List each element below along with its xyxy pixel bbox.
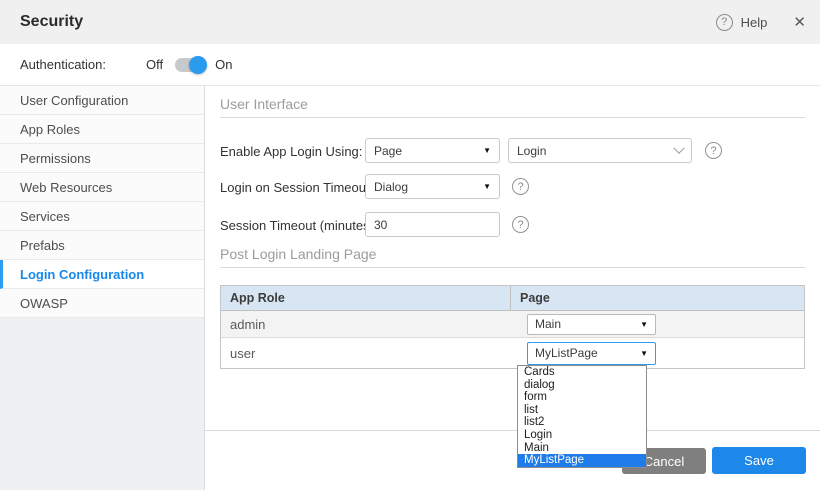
- toggle-on-label: On: [215, 57, 232, 72]
- enable-app-login-type-select[interactable]: Page ▼: [365, 138, 500, 163]
- enable-app-login-page-select[interactable]: Login: [508, 138, 692, 163]
- dropdown-option-cards[interactable]: Cards: [518, 366, 646, 379]
- app-role-cell: admin: [221, 311, 511, 337]
- sidebar-item-login-configuration[interactable]: Login Configuration: [0, 260, 204, 289]
- section-title-user-interface: User Interface: [220, 96, 308, 112]
- security-page: Security ? Help ✕ Authentication: Off On…: [0, 0, 820, 490]
- section-divider: [220, 267, 805, 268]
- chevron-down-icon: [673, 142, 684, 153]
- page-header: Security ? Help ✕: [0, 0, 820, 44]
- dropdown-option-list2[interactable]: list2: [518, 416, 646, 429]
- session-timeout-input[interactable]: [365, 212, 500, 237]
- caret-down-icon: ▼: [640, 349, 648, 358]
- caret-down-icon: ▼: [640, 320, 648, 329]
- close-icon[interactable]: ✕: [793, 13, 806, 31]
- dropdown-option-main[interactable]: Main: [518, 442, 646, 455]
- sidebar-item-web-resources[interactable]: Web Resources: [0, 173, 204, 202]
- sidebar-item-app-roles[interactable]: App Roles: [0, 115, 204, 144]
- dropdown-option-login[interactable]: Login: [518, 429, 646, 442]
- caret-down-icon: ▼: [483, 146, 491, 155]
- login-session-timeout-select[interactable]: Dialog ▼: [365, 174, 500, 199]
- select-value: Page: [374, 144, 402, 158]
- session-timeout-minutes-label: Session Timeout (minutes):: [220, 218, 378, 233]
- landing-page-table: App Role Page admin Main ▼ user MyListPa…: [220, 285, 805, 369]
- app-role-cell: user: [221, 338, 511, 368]
- sidebar-item-services[interactable]: Services: [0, 202, 204, 231]
- toggle-off-label: Off: [146, 57, 163, 72]
- authentication-toggle[interactable]: [175, 57, 205, 73]
- caret-down-icon: ▼: [483, 182, 491, 191]
- sidebar-item-prefabs[interactable]: Prefabs: [0, 231, 204, 260]
- toggle-knob: [189, 56, 207, 74]
- page-dropdown-list: Cards dialog form list list2 Login Main …: [517, 365, 647, 468]
- column-header-app-role: App Role: [221, 286, 511, 310]
- enable-app-login-label: Enable App Login Using:: [220, 144, 362, 159]
- table-row-admin: admin Main ▼: [221, 311, 804, 338]
- login-session-timeout-help-icon[interactable]: ?: [512, 178, 529, 195]
- page-cell: Main ▼: [511, 311, 804, 337]
- help-link[interactable]: Help: [741, 15, 768, 30]
- user-page-select[interactable]: MyListPage ▼: [527, 342, 656, 365]
- dropdown-option-form[interactable]: form: [518, 391, 646, 404]
- login-session-timeout-label: Login on Session Timeout:: [220, 180, 373, 195]
- table-header-row: App Role Page: [221, 286, 804, 311]
- dropdown-option-mylistpage[interactable]: MyListPage: [518, 454, 646, 467]
- dropdown-option-dialog[interactable]: dialog: [518, 379, 646, 392]
- header-actions: ? Help ✕: [716, 0, 806, 44]
- column-header-page: Page: [511, 286, 804, 310]
- session-timeout-help-icon[interactable]: ?: [512, 216, 529, 233]
- sidebar-item-user-configuration[interactable]: User Configuration: [0, 86, 204, 115]
- admin-page-select[interactable]: Main ▼: [527, 314, 656, 335]
- footer-divider: [205, 430, 820, 431]
- sidebar-item-permissions[interactable]: Permissions: [0, 144, 204, 173]
- authentication-bar: Authentication: Off On: [0, 44, 820, 86]
- authentication-label: Authentication:: [20, 57, 106, 72]
- page-cell: MyListPage ▼: [511, 338, 804, 368]
- select-value: Dialog: [374, 180, 408, 194]
- select-value: MyListPage: [535, 346, 598, 360]
- select-value: Login: [517, 144, 546, 158]
- dropdown-option-list[interactable]: list: [518, 404, 646, 417]
- save-button[interactable]: Save: [712, 447, 806, 474]
- enable-app-login-help-icon[interactable]: ?: [705, 142, 722, 159]
- select-value: Main: [535, 317, 561, 331]
- section-divider: [220, 117, 805, 118]
- settings-sidebar: User Configuration App Roles Permissions…: [0, 86, 205, 490]
- section-title-post-login: Post Login Landing Page: [220, 246, 376, 262]
- help-question-icon[interactable]: ?: [716, 14, 733, 31]
- sidebar-item-owasp[interactable]: OWASP: [0, 289, 204, 318]
- table-row-user: user MyListPage ▼: [221, 338, 804, 368]
- page-title: Security: [20, 0, 83, 44]
